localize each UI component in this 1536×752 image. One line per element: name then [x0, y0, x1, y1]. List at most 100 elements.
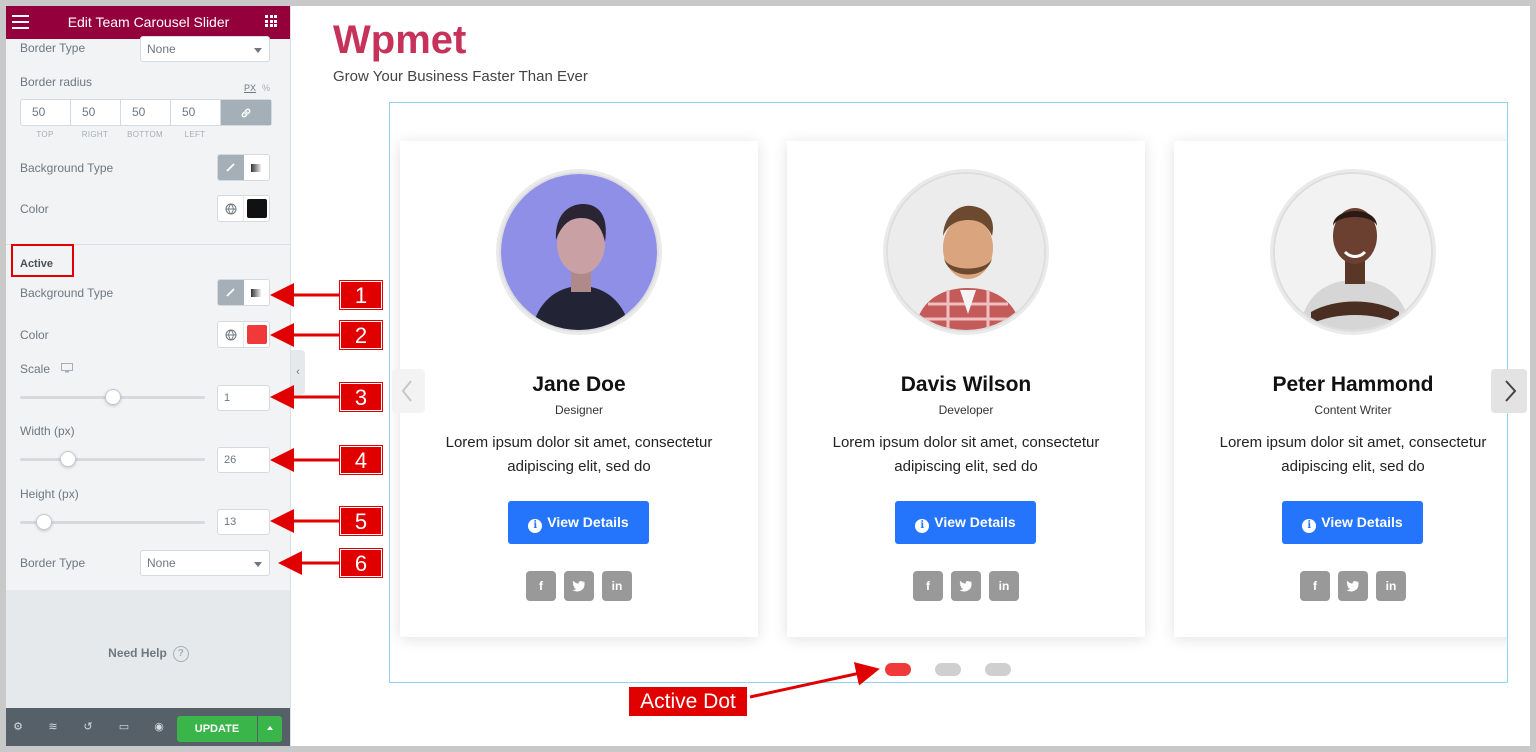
gradient-background-button[interactable] [243, 155, 269, 180]
unit-px[interactable]: PX [244, 83, 256, 93]
panel-header: Edit Team Carousel Slider [6, 6, 290, 39]
active-border-type-select[interactable]: None [140, 550, 270, 576]
twitter-icon[interactable] [951, 571, 981, 601]
chevron-down-icon [254, 562, 262, 567]
border-radius-label: Border radius [20, 75, 93, 89]
settings-icon[interactable]: ⚙ [12, 721, 24, 733]
member-name: Davis Wilson [900, 373, 1032, 396]
carousel-prev-button[interactable] [392, 369, 425, 413]
scale-label: Scale [20, 362, 51, 376]
height-slider-handle[interactable] [36, 514, 53, 530]
view-details-button[interactable]: i View Details [508, 501, 649, 544]
view-details-label: View Details [1321, 514, 1403, 530]
member-role: Content Writer [1314, 403, 1392, 417]
history-icon[interactable]: ↺ [82, 721, 94, 733]
social-links: f in [913, 571, 1019, 601]
team-card: Davis Wilson Developer Lorem ipsum dolor… [787, 141, 1145, 637]
avatar [499, 172, 659, 332]
update-button[interactable]: UPDATE [177, 716, 257, 742]
linkedin-icon[interactable]: in [989, 571, 1019, 601]
social-links: f in [526, 571, 632, 601]
classic-background-button[interactable] [218, 155, 244, 180]
need-help-link[interactable]: Need Help? [6, 646, 290, 662]
brand-title: Wpmet [333, 18, 467, 62]
carousel-dot[interactable] [985, 663, 1011, 676]
twitter-icon[interactable] [1338, 571, 1368, 601]
annotation-number: 2 [340, 321, 382, 349]
active-color-picker[interactable] [217, 321, 270, 348]
social-links: f in [1300, 571, 1406, 601]
radius-bottom-label: BOTTOM [127, 130, 163, 139]
carousel-next-button[interactable] [1491, 369, 1527, 413]
member-description: Lorem ipsum dolor sit amet, consectetur … [832, 434, 1100, 475]
active-dot-annotation: Active Dot [629, 687, 747, 716]
width-slider-handle[interactable] [60, 451, 77, 467]
radius-right-input[interactable]: 50 [71, 100, 121, 125]
avatar [886, 172, 1046, 332]
view-details-button[interactable]: i View Details [1282, 501, 1423, 544]
layers-icon[interactable]: ≋ [47, 721, 59, 733]
gradient-icon [251, 163, 262, 172]
carousel-dot[interactable] [935, 663, 961, 676]
unit-switcher: PX% [244, 83, 270, 93]
chevron-left-icon [401, 380, 412, 402]
panel-title: Edit Team Carousel Slider [67, 14, 230, 30]
active-border-type-label: Border Type [20, 556, 86, 570]
panel-footer: ⚙ ≋ ↺ ▭ ◉ UPDATE [6, 708, 290, 746]
radius-bottom-input[interactable]: 50 [121, 100, 171, 125]
info-icon: i [1302, 519, 1317, 533]
gradient-icon [251, 288, 262, 297]
color-swatch[interactable] [247, 199, 267, 218]
view-details-button[interactable]: i View Details [895, 501, 1036, 544]
background-type-chooser [217, 154, 270, 181]
scale-slider-handle[interactable] [104, 389, 121, 405]
info-icon: i [528, 519, 543, 533]
scale-input[interactable]: 1 [217, 385, 270, 411]
annotation-number: 6 [340, 549, 382, 577]
linkedin-icon[interactable]: in [1376, 571, 1406, 601]
preview-eye-icon[interactable]: ◉ [153, 721, 165, 733]
color-picker[interactable] [217, 195, 270, 222]
globe-icon[interactable] [218, 196, 244, 221]
border-type-value: None [147, 42, 176, 56]
active-color-swatch[interactable] [247, 325, 267, 344]
link-icon [241, 108, 251, 117]
member-description: Lorem ipsum dolor sit amet, consectetur … [445, 434, 713, 475]
team-card: Jane Doe Designer Lorem ipsum dolor sit … [400, 141, 758, 637]
link-values-button[interactable] [221, 100, 271, 125]
active-classic-background-button[interactable] [218, 280, 244, 305]
radius-left-input[interactable]: 50 [171, 100, 221, 125]
border-type-select[interactable]: None [140, 36, 270, 62]
widgets-grid-icon[interactable] [265, 15, 277, 27]
facebook-icon[interactable]: f [526, 571, 556, 601]
editor-panel: Edit Team Carousel Slider Border Type No… [6, 6, 291, 746]
active-gradient-background-button[interactable] [243, 280, 269, 305]
facebook-icon[interactable]: f [1300, 571, 1330, 601]
width-slider-track[interactable] [20, 458, 205, 461]
globe-icon[interactable] [218, 322, 244, 347]
annotation-number: 5 [340, 507, 382, 535]
brush-icon [226, 163, 236, 172]
unit-percent[interactable]: % [262, 83, 270, 93]
annotation-number: 1 [340, 281, 382, 309]
radius-top-label: TOP [36, 130, 54, 139]
annotation-number: 3 [340, 383, 382, 411]
border-type-label: Border Type [20, 41, 86, 55]
radius-top-input[interactable]: 50 [21, 100, 71, 125]
height-input[interactable]: 13 [217, 509, 270, 535]
active-border-type-value: None [147, 556, 176, 570]
active-section-title[interactable]: Active [20, 258, 53, 270]
facebook-icon[interactable]: f [913, 571, 943, 601]
update-options-button[interactable] [258, 716, 282, 742]
twitter-icon[interactable] [564, 571, 594, 601]
width-label: Width (px) [20, 424, 75, 438]
linkedin-icon[interactable]: in [602, 571, 632, 601]
carousel-dot-active[interactable] [885, 663, 911, 676]
width-input[interactable]: 26 [217, 447, 270, 473]
responsive-icon[interactable]: ▭ [118, 721, 130, 733]
avatar [1273, 172, 1433, 332]
active-background-type-label: Background Type [20, 286, 114, 300]
collapse-panel-button[interactable]: ‹ [291, 350, 305, 395]
desktop-icon[interactable] [61, 363, 73, 373]
member-name: Peter Hammond [1272, 373, 1434, 396]
